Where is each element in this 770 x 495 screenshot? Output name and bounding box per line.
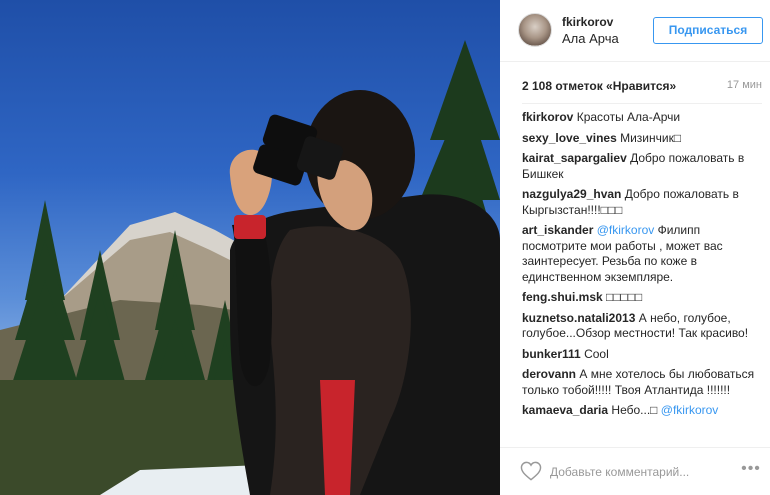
comment-item: fkirkorov Красоты Ала-Арчи [522, 110, 762, 126]
comment-author[interactable]: kamaeva_daria [522, 403, 608, 417]
red-cuff [234, 215, 266, 239]
comment-text: Небо...□ [611, 403, 658, 417]
comment-text: □□□□□ [606, 290, 643, 304]
comment-author[interactable]: sexy_love_vines [522, 131, 617, 145]
comment-mention[interactable]: @fkirkorov [661, 403, 719, 417]
comment-author[interactable]: derovann [522, 367, 576, 381]
comment-item: kamaeva_daria Небо...□ @fkirkorov [522, 403, 762, 419]
comment-item: feng.shui.msk □□□□□ [522, 290, 762, 306]
comment-item: art_iskander @fkirkorov Филипп посмотрит… [522, 223, 762, 285]
comment-item: kuznetso.natali2013 А небо, голубое, гол… [522, 311, 762, 342]
post-footer: ••• [500, 447, 770, 495]
red-shirt [320, 380, 355, 495]
comment-author[interactable]: nazgulya29_hvan [522, 187, 621, 201]
follow-button[interactable]: Подписаться [653, 17, 763, 44]
comment-author[interactable]: kuznetso.natali2013 [522, 311, 635, 325]
heart-outline-icon[interactable] [520, 461, 542, 481]
comment-input[interactable] [550, 462, 720, 482]
comment-author[interactable]: fkirkorov [522, 110, 573, 124]
comment-author[interactable]: kairat_sapargaliev [522, 151, 627, 165]
likes-count[interactable]: 2 108 отметок «Нравится» [522, 79, 676, 93]
username-link[interactable]: fkirkorov [562, 15, 613, 29]
post-timestamp[interactable]: 17 мин [727, 79, 762, 91]
likes-row: 2 108 отметок «Нравится» 17 мин [522, 79, 762, 95]
more-options-icon[interactable]: ••• [740, 460, 762, 480]
comment-author[interactable]: art_iskander [522, 223, 593, 237]
avatar[interactable] [518, 13, 552, 47]
post-header: fkirkorov Ала Арча Подписаться [500, 0, 770, 62]
comment-item: kairat_sapargaliev Добро пожаловать в Би… [522, 151, 762, 182]
comments-list[interactable]: fkirkorov Красоты Ала-Арчи sexy_love_vine… [522, 110, 762, 444]
location-link[interactable]: Ала Арча [562, 31, 619, 46]
comment-mention[interactable]: @fkirkorov [597, 223, 655, 237]
post-sidebar: fkirkorov Ала Арча Подписаться 2 108 отм… [500, 0, 770, 495]
divider [522, 103, 762, 104]
comment-author[interactable]: feng.shui.msk [522, 290, 603, 304]
comment-item: bunker111 Cool [522, 347, 762, 363]
comment-item: derovann А мне хотелось бы любоваться то… [522, 367, 762, 398]
comment-text: Cool [584, 346, 609, 361]
comment-item: nazgulya29_hvan Добро пожаловать в Кыргы… [522, 187, 762, 218]
comment-text: Красоты Ала-Арчи [576, 110, 681, 124]
comment-text: Мизинчик□ [620, 130, 682, 145]
photo-illustration [0, 40, 500, 495]
post-photo[interactable] [0, 0, 500, 495]
comment-author[interactable]: bunker111 [522, 347, 581, 361]
comment-item: sexy_love_vines Мизинчик□ [522, 131, 762, 147]
